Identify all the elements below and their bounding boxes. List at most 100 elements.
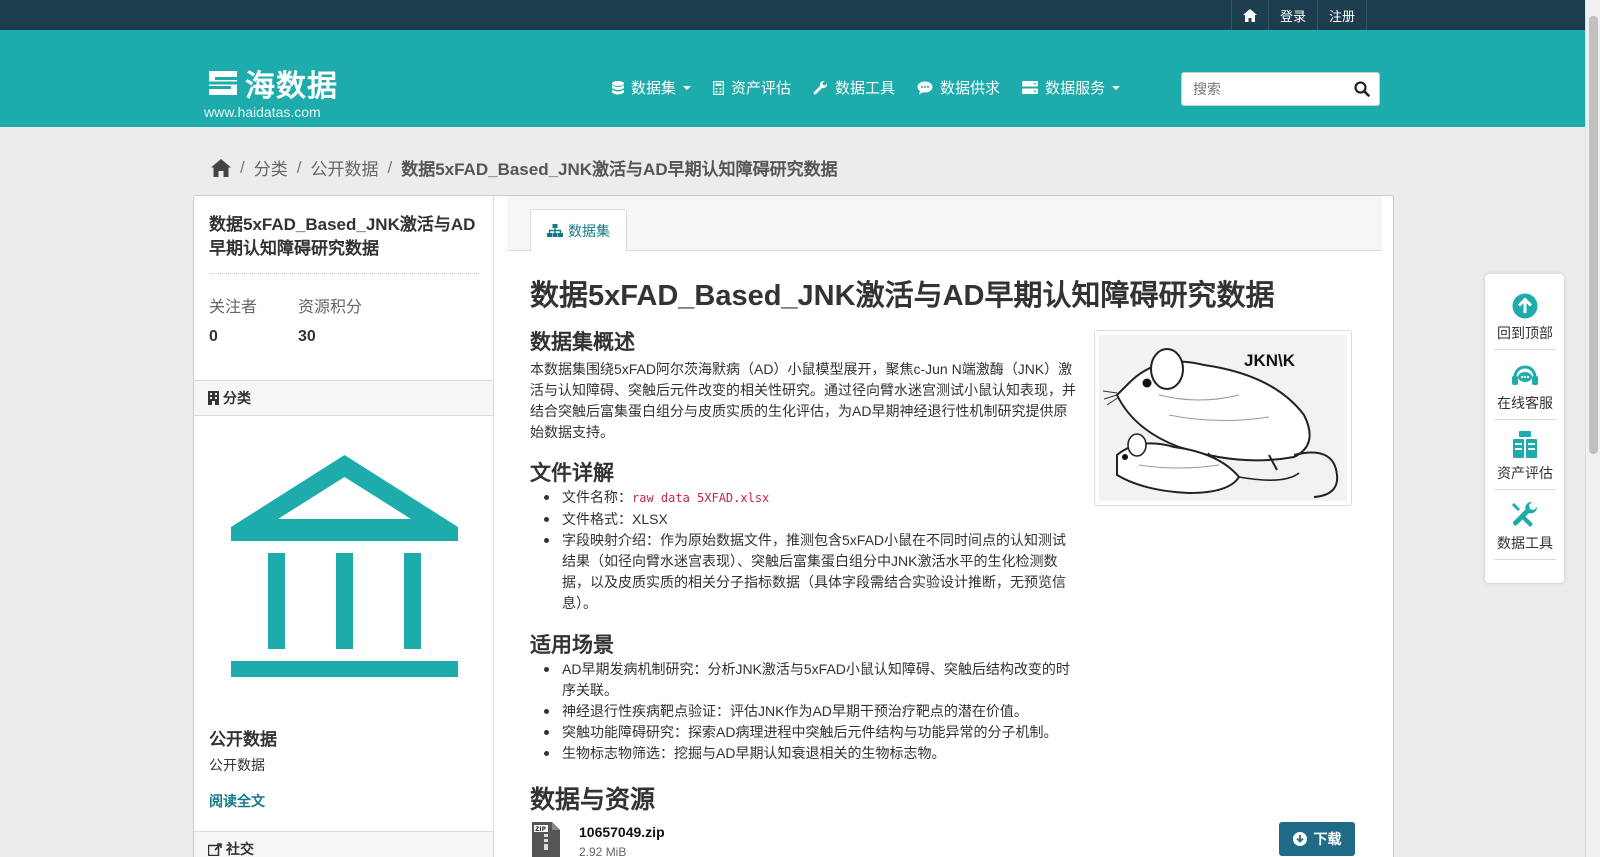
logo-mark-icon [209, 71, 237, 95]
dataset-thumbnail: JKN\K [1094, 330, 1352, 506]
data-tools-button[interactable]: 数据工具 [1494, 494, 1556, 560]
points-label: 资源积分 [298, 299, 363, 316]
documents-icon [1513, 431, 1537, 458]
data-tools-label: 数据工具 [1497, 535, 1553, 551]
list-item: 文件名称：raw data 5XFAD.xlsx [530, 487, 1076, 509]
breadcrumb: / 分类 / 公开数据 / 数据5xFAD_Based_JNK激活与AD早期认知… [211, 155, 838, 180]
points-stat: 资源积分 30 [298, 293, 362, 346]
tools-icon [1512, 501, 1538, 527]
nav-data-demand-label: 数据供求 [940, 80, 1001, 97]
list-item: 突触功能障碍研究：探索AD病理进程中突触后元件结构与功能异常的分子机制。 [530, 722, 1076, 743]
database-icon [612, 80, 624, 94]
thumbnail-label: JKN\K [1243, 351, 1295, 370]
wrench-icon [813, 80, 828, 95]
asset-eval-button[interactable]: 资产评估 [1494, 424, 1556, 490]
search-box [1181, 72, 1380, 106]
dataset-title: 数据5xFAD_Based_JNK激活与AD早期认知障碍研究数据 [209, 215, 476, 258]
online-service-label: 在线客服 [1497, 395, 1553, 411]
page-title: 数据5xFAD_Based_JNK激活与AD早期认知障碍研究数据 [530, 280, 1275, 312]
tab-dataset-label: 数据集 [568, 222, 610, 239]
list-item: 字段映射介绍：作为原始数据文件，推测包含5xFAD小鼠在不同时间点的认知测试结果… [530, 530, 1076, 614]
tab-bar: 数据集 [507, 196, 1382, 252]
login-link[interactable]: 登录 [1267, 0, 1317, 30]
followers-label: 关注者 [209, 299, 258, 316]
calculator-icon [713, 80, 725, 95]
headset-icon [1512, 365, 1538, 385]
category-header: 分类 [194, 380, 493, 416]
mouse-illustration: JKN\K [1099, 335, 1347, 501]
nav-asset-eval-label: 资产评估 [731, 80, 792, 97]
nav-datasets[interactable]: 数据集 [612, 77, 692, 98]
back-to-top-label: 回到顶部 [1497, 325, 1553, 341]
register-link[interactable]: 注册 [1316, 0, 1367, 30]
org-title: 公开数据 [209, 730, 277, 749]
category-header-label: 分类 [223, 390, 251, 406]
tab-dataset[interactable]: 数据集 [530, 209, 627, 252]
back-to-top-button[interactable]: 回到顶部 [1494, 284, 1556, 350]
content-area: 数据集 数据5xFAD_Based_JNK激活与AD早期认知障碍研究数据 数据集… [495, 196, 1393, 857]
caret-down-icon [683, 85, 692, 90]
sitemap-icon [547, 224, 563, 237]
brand-logo[interactable]: 海数据 [205, 61, 338, 105]
home-icon[interactable] [211, 158, 231, 177]
main-wrapper: 数据5xFAD_Based_JNK激活与AD早期认知障碍研究数据 关注者 0 资… [193, 195, 1394, 857]
nav-data-services-label: 数据服务 [1045, 80, 1106, 97]
search-icon[interactable] [1354, 81, 1370, 97]
page-scrollbar[interactable] [1585, 0, 1600, 857]
read-more-link[interactable]: 阅读全文 [209, 791, 265, 811]
svg-text:ZIP: ZIP [535, 826, 547, 833]
list-item: AD早期发病机制研究：分析JNK激活与5xFAD小鼠认知障碍、突触后结构改变的时… [530, 659, 1076, 701]
file-heading: 文件详解 [530, 462, 614, 485]
file-name-label: 文件名称： [562, 489, 632, 505]
usage-heading: 适用场景 [530, 634, 614, 657]
resources-heading: 数据与资源 [530, 786, 656, 814]
server-icon [1022, 81, 1039, 94]
nav-data-services[interactable]: 数据服务 [1022, 77, 1121, 98]
list-item: 文件格式：XLSX [530, 509, 1076, 530]
nav-asset-eval[interactable]: 资产评估 [713, 77, 791, 98]
social-header: 社交 [194, 831, 493, 857]
points-count: 30 [298, 328, 316, 345]
building-icon [208, 391, 219, 405]
nav-data-tools[interactable]: 数据工具 [813, 77, 895, 98]
breadcrumb-category[interactable]: 分类 [254, 155, 288, 180]
chat-bubble-icon [917, 81, 933, 94]
download-circle-icon [1292, 832, 1307, 846]
arrow-up-circle-icon [1512, 293, 1538, 319]
floating-toolbar: 回到顶部 在线客服 资产评估 数据工具 [1484, 273, 1565, 584]
followers-count: 0 [209, 328, 218, 345]
nav-datasets-label: 数据集 [631, 80, 677, 97]
mouse-drawing-icon [1102, 348, 1339, 498]
breadcrumb-current: 数据5xFAD_Based_JNK激活与AD早期认知障碍研究数据 [401, 160, 838, 179]
download-label: 下载 [1313, 831, 1342, 847]
nav-data-demand[interactable]: 数据供求 [917, 77, 1000, 98]
scrollbar-thumb[interactable] [1589, 16, 1598, 454]
online-service-button[interactable]: 在线客服 [1494, 354, 1556, 420]
search-input[interactable] [1182, 73, 1332, 105]
brand-name: 海数据 [245, 70, 338, 103]
bank-icon [231, 455, 458, 677]
masthead: 海数据 www.haidatas.com 数据集 资产评估 数据工具 数据供求 … [0, 30, 1585, 127]
org-description: 公开数据 [209, 757, 265, 773]
home-link[interactable] [1230, 0, 1268, 30]
divider [209, 273, 479, 274]
download-button[interactable]: 下载 [1279, 822, 1355, 856]
share-icon [208, 842, 222, 856]
overview-text: 本数据集围绕5xFAD阿尔茨海默病（AD）小鼠模型展开，聚焦c-Jun N端激酶… [530, 361, 1076, 440]
resource-size: 2.92 MiB [579, 845, 627, 857]
file-name-value: raw data 5XFAD.xlsx [632, 491, 770, 505]
brand-url: www.haidatas.com [204, 104, 321, 120]
followers-stat: 关注者 0 [209, 293, 257, 346]
account-links: 登录 注册 [1230, 0, 1367, 30]
breadcrumb-separator: / [296, 157, 302, 177]
breadcrumb-public[interactable]: 公开数据 [310, 155, 378, 180]
breadcrumb-separator: / [240, 157, 245, 177]
overview-heading: 数据集概述 [530, 331, 635, 354]
resource-name[interactable]: 10657049.zip [579, 824, 665, 840]
asset-eval-label: 资产评估 [1497, 465, 1553, 481]
account-bar: 登录 注册 [0, 0, 1585, 30]
breadcrumb-separator: / [387, 157, 393, 177]
resource-item: ZIP 10657049.zip 2.92 MiB 下载 [530, 822, 1370, 857]
main-nav: 数据集 资产评估 数据工具 数据供求 数据服务 [612, 77, 1142, 98]
list-item: 神经退行性疾病靶点验证：评估JNK作为AD早期干预治疗靶点的潜在价值。 [530, 701, 1076, 722]
